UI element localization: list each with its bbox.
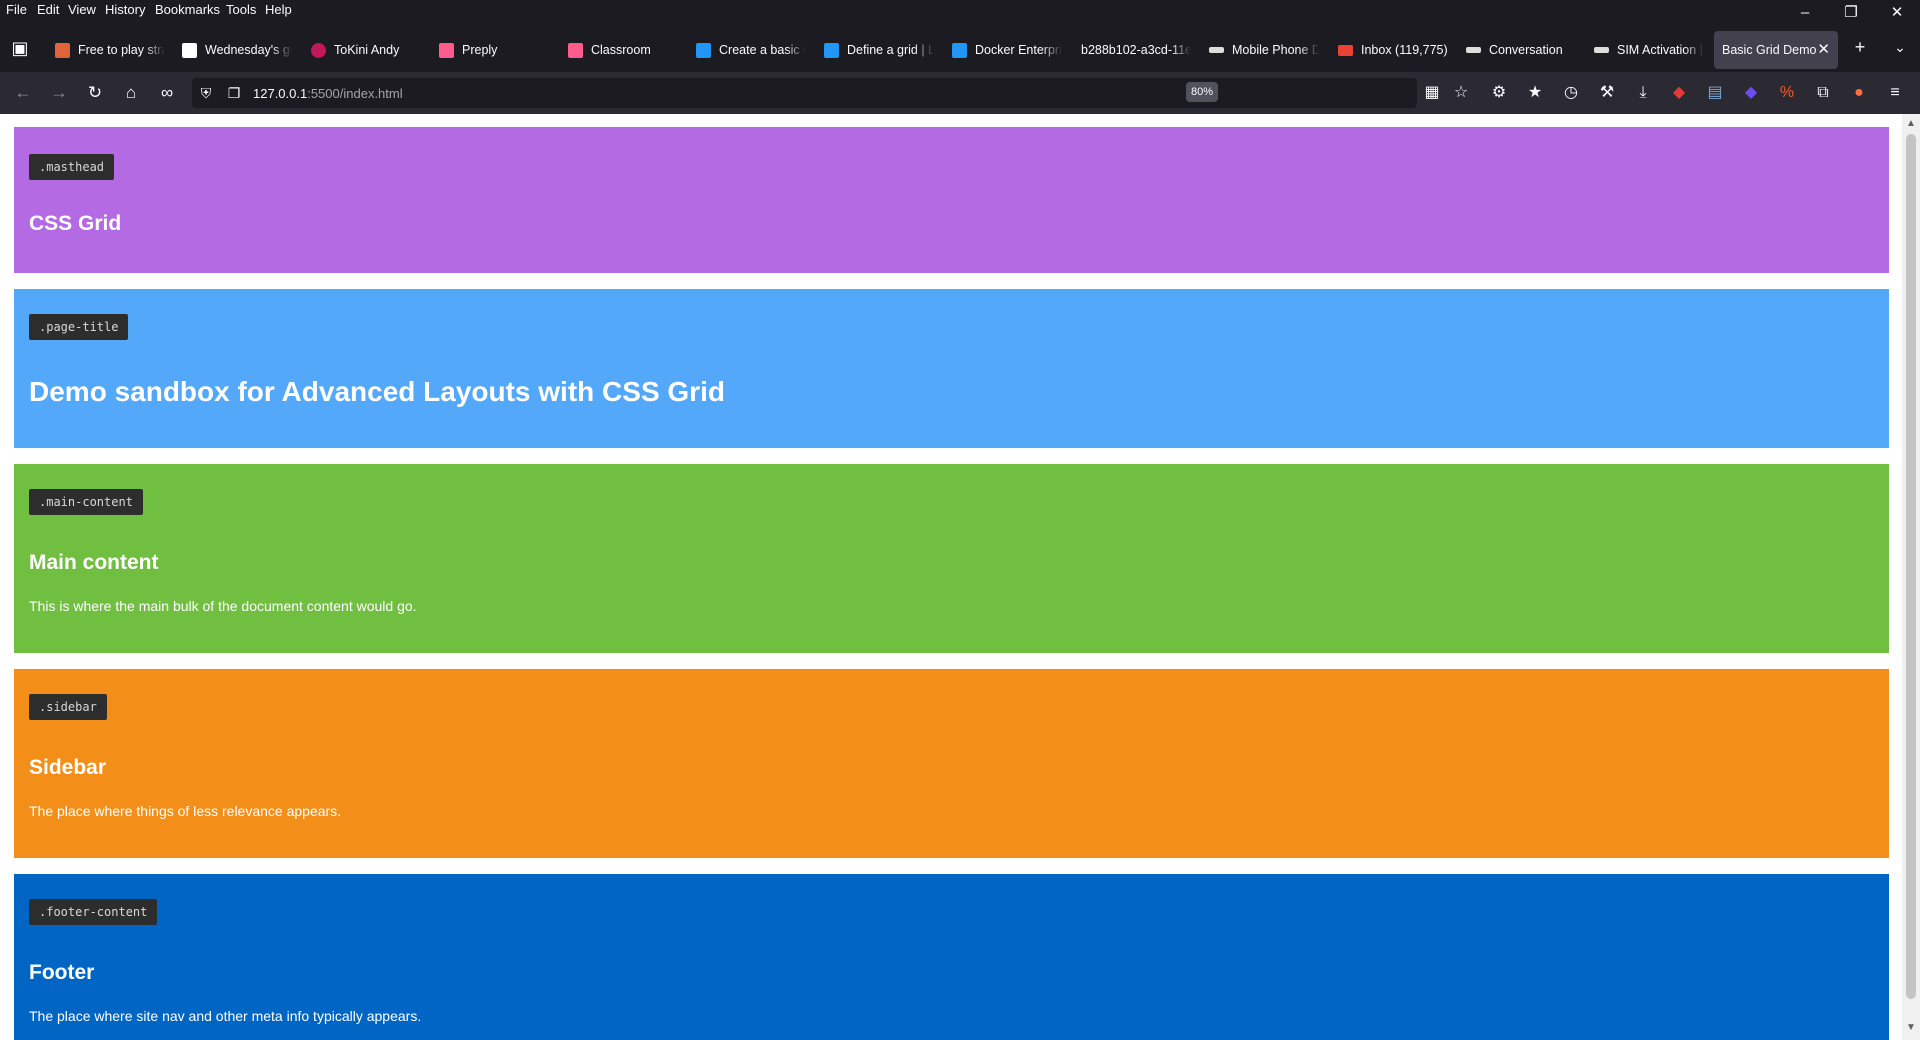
menu-history[interactable]: History	[105, 2, 145, 17]
footer-text: The place where site nav and other meta …	[29, 1008, 422, 1024]
tab-inbox[interactable]: Inbox (119,775)	[1338, 31, 1448, 69]
navigation-toolbar: ← → ↻ ⌂ ∞ ⛨ ❐ 127.0.0.1:5500/index.html …	[0, 72, 1920, 114]
url-host: 127.0.0.1	[253, 86, 308, 101]
list-all-tabs-icon[interactable]: ⌄	[1888, 35, 1912, 59]
tab-wednesday[interactable]: Wednesday's gc	[182, 31, 292, 69]
tab-favicon-icon	[1209, 47, 1224, 53]
app-menu-icon[interactable]: ≡	[1884, 82, 1906, 104]
close-window-icon[interactable]: ✕	[1874, 2, 1920, 26]
tab-preply[interactable]: Preply	[439, 31, 549, 69]
tab-b288b102[interactable]: b288b102-a3cd-11e	[1081, 31, 1191, 69]
class-label-tag: .page-title	[29, 314, 129, 340]
screen-icon[interactable]: ▤	[1704, 82, 1726, 104]
menu-bar: File Edit View History Bookmarks Tools H…	[0, 0, 1920, 20]
tab-favicon-icon	[696, 43, 711, 58]
page-viewport: .masthead CSS Grid .page-title Demo sand…	[0, 114, 1902, 1040]
menu-help[interactable]: Help	[265, 2, 292, 17]
tab-favicon-icon	[439, 43, 454, 58]
tab-favicon-icon	[824, 43, 839, 58]
bookmark-star-icon[interactable]: ☆	[1450, 82, 1472, 104]
menu-file[interactable]: File	[6, 2, 27, 17]
sidebar-text: The place where things of less relevance…	[29, 803, 342, 819]
scroll-up-icon[interactable]: ▲	[1902, 116, 1920, 132]
shield-icon[interactable]: ⛨	[194, 81, 218, 105]
tab-favicon-icon	[182, 43, 197, 58]
wrench-icon[interactable]: ⚒	[1596, 82, 1618, 104]
tab-favicon-icon	[311, 43, 326, 58]
minimize-icon[interactable]: –	[1782, 2, 1828, 26]
tab-tokini-andy[interactable]: ToKini Andy	[311, 31, 421, 69]
tab-mobile-phone[interactable]: Mobile Phone D	[1209, 31, 1319, 69]
tab-docker-enterprise[interactable]: Docker Enterpri	[952, 31, 1062, 69]
main-content-text: This is where the main bulk of the docum…	[29, 598, 417, 614]
menu-bookmarks[interactable]: Bookmarks	[155, 2, 220, 17]
extensions-grid-icon[interactable]: ▦	[1421, 82, 1443, 104]
address-bar[interactable]: ⛨ ❐ 127.0.0.1:5500/index.html	[192, 78, 1417, 108]
zoom-level-badge[interactable]: 80%	[1186, 82, 1218, 102]
profile-avatar-icon[interactable]: ●	[1848, 82, 1870, 104]
diamond-extension-icon[interactable]: ◆	[1740, 82, 1762, 104]
page-icon[interactable]: ❐	[222, 81, 246, 105]
extensions-puzzle-icon[interactable]: ⧉	[1812, 82, 1834, 104]
class-label-tag: .sidebar	[29, 694, 107, 720]
menu-view[interactable]: View	[68, 2, 96, 17]
restore-icon[interactable]: ❐	[1828, 2, 1874, 26]
tab-favicon-icon	[1466, 47, 1481, 53]
private-mask-icon[interactable]: ∞	[155, 81, 179, 105]
vertical-scrollbar[interactable]: ▲ ▼	[1902, 114, 1920, 1040]
tab-conversation[interactable]: Conversation	[1466, 31, 1576, 69]
home-icon[interactable]: ⌂	[119, 81, 143, 105]
menu-tools[interactable]: Tools	[226, 2, 256, 17]
tab-define-grid[interactable]: Define a grid | L	[824, 31, 934, 69]
scrollbar-thumb[interactable]	[1906, 134, 1916, 999]
tab-label: Inbox (119,775)	[1361, 43, 1448, 57]
settings-gear-icon[interactable]: ⚙	[1488, 82, 1510, 104]
tab-label: ToKini Andy	[334, 43, 400, 57]
url-text[interactable]: 127.0.0.1:5500/index.html	[253, 86, 403, 101]
tab-label: Preply	[462, 43, 498, 57]
tab-strip: ▣ Free to play stra Wednesday's gc ToKin…	[0, 28, 1920, 72]
tab-classroom[interactable]: Classroom	[568, 31, 678, 69]
forward-icon[interactable]: →	[47, 81, 71, 105]
tab-favicon-icon	[1594, 47, 1609, 53]
tab-sim-activation[interactable]: SIM Activation |	[1594, 31, 1704, 69]
sidebar-heading: Sidebar	[29, 756, 107, 779]
tab-favicon-icon	[568, 43, 583, 58]
scroll-down-icon[interactable]: ▼	[1902, 1020, 1920, 1036]
main-content-heading: Main content	[29, 551, 159, 574]
menu-edit[interactable]: Edit	[37, 2, 59, 17]
tab-favicon-icon	[55, 43, 70, 58]
gmail-icon	[1338, 45, 1353, 56]
main-content-section: .main-content Main content This is where…	[14, 464, 1889, 653]
tab-label: Conversation	[1489, 43, 1563, 57]
reload-icon[interactable]: ↻	[83, 81, 107, 105]
tab-favicon-icon	[952, 43, 967, 58]
tab-overview-icon[interactable]: ▣	[8, 36, 32, 60]
tab-label: Basic Grid Demo	[1722, 43, 1817, 57]
close-tab-icon[interactable]: ✕	[1817, 31, 1830, 69]
masthead-heading: CSS Grid	[29, 212, 122, 235]
footer-heading: Footer	[29, 961, 95, 984]
percent-extension-icon[interactable]: %	[1776, 82, 1798, 104]
masthead-section: .masthead CSS Grid	[14, 127, 1889, 273]
tab-create-basic-grid[interactable]: Create a basic G	[696, 31, 806, 69]
download-icon[interactable]: ⤓	[1632, 82, 1654, 104]
tab-basic-grid-demo[interactable]: Basic Grid Demo ✕	[1714, 31, 1838, 69]
footer-section: .footer-content Footer The place where s…	[14, 874, 1889, 1040]
ublock-icon[interactable]: ◆	[1668, 82, 1690, 104]
class-label-tag: .main-content	[29, 489, 143, 515]
sidebar-section: .sidebar Sidebar The place where things …	[14, 669, 1889, 858]
history-clock-icon[interactable]: ◷	[1560, 82, 1582, 104]
class-label-tag: .footer-content	[29, 899, 158, 925]
new-tab-icon[interactable]: +	[1848, 35, 1872, 59]
page-title-section: .page-title Demo sandbox for Advanced La…	[14, 289, 1889, 448]
back-icon[interactable]: ←	[11, 81, 35, 105]
reading-list-icon[interactable]: ★	[1524, 82, 1546, 104]
url-path: :5500/index.html	[307, 86, 403, 101]
class-label-tag: .masthead	[29, 154, 115, 180]
tab-label: Classroom	[591, 43, 651, 57]
tab-free-to-play[interactable]: Free to play stra	[55, 31, 165, 69]
page-title-heading: Demo sandbox for Advanced Layouts with C…	[29, 376, 725, 407]
